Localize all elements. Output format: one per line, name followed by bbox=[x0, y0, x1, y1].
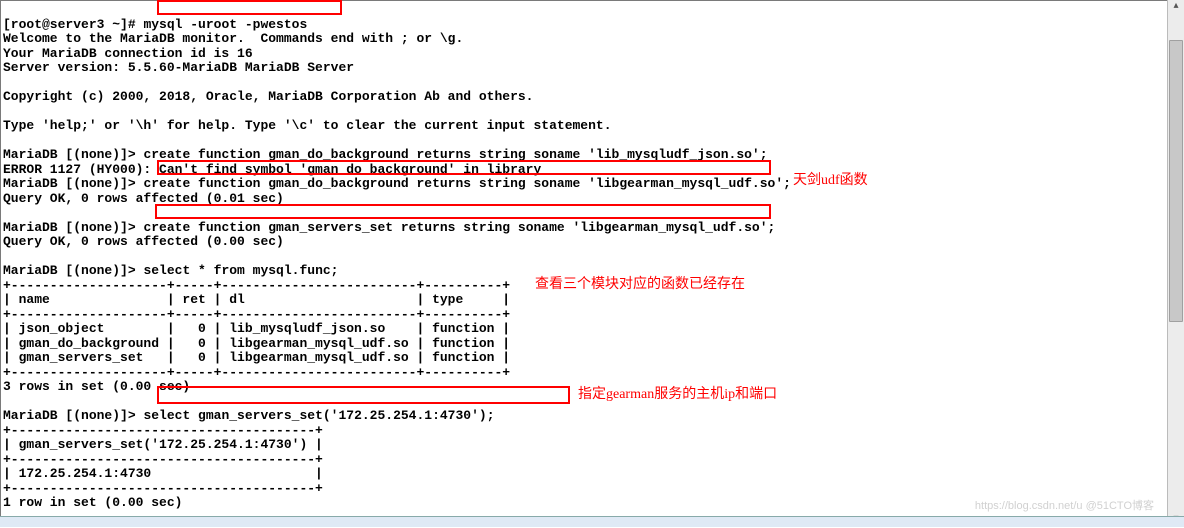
mysql-login-cmd: mysql -uroot -pwestos bbox=[143, 17, 307, 32]
stmt-create-func-json: create function gman_do_background retur… bbox=[143, 147, 767, 162]
welcome-line-2: Your MariaDB connection id is 16 bbox=[3, 46, 253, 61]
shell-prompt: [root@server3 ~]# bbox=[3, 17, 143, 32]
welcome-line-3: Server version: 5.5.60-MariaDB MariaDB S… bbox=[3, 60, 354, 75]
stmt-create-func-servers-set: create function gman_servers_set returns… bbox=[143, 220, 775, 235]
terminal-output: [root@server3 ~]# mysql -uroot -pwestos … bbox=[1, 1, 1168, 527]
scrollbar-thumb[interactable] bbox=[1169, 40, 1183, 322]
annotation-check-modules: 查看三个模块对应的函数已经存在 bbox=[535, 278, 745, 293]
copyright-line: Copyright (c) 2000, 2018, Oracle, MariaD… bbox=[3, 89, 534, 104]
query-ok-1: Query OK, 0 rows affected (0.01 sec) bbox=[3, 191, 284, 206]
table1-row-1: | json_object | 0 | lib_mysqludf_json.so… bbox=[3, 321, 510, 336]
query-ok-2: Query OK, 0 rows affected (0.00 sec) bbox=[3, 234, 284, 249]
taskbar-sliver bbox=[0, 516, 1184, 527]
table1-border: +--------------------+-----+------------… bbox=[3, 278, 510, 293]
table2-footer: 1 row in set (0.00 sec) bbox=[3, 495, 182, 510]
help-line: Type 'help;' or '\h' for help. Type '\c'… bbox=[3, 118, 612, 133]
table2-border: +---------------------------------------… bbox=[3, 481, 323, 496]
table2-header: | gman_servers_set('172.25.254.1:4730') … bbox=[3, 437, 323, 452]
watermark-text: https://blog.csdn.net/u @51CTO博客 bbox=[975, 499, 1154, 514]
vertical-scrollbar[interactable]: ▴ ▾ bbox=[1167, 0, 1184, 527]
mariadb-prompt: MariaDB [(none)]> bbox=[3, 176, 143, 191]
mariadb-prompt: MariaDB [(none)]> bbox=[3, 408, 143, 423]
table1-footer: 3 rows in set (0.00 sec) bbox=[3, 379, 190, 394]
annotation-udf: 天剑udf函数 bbox=[793, 174, 868, 189]
table1-border: +--------------------+-----+------------… bbox=[3, 307, 510, 322]
table1-row-3: | gman_servers_set | 0 | libgearman_mysq… bbox=[3, 350, 510, 365]
stmt-select-mysql-func: select * from mysql.func; bbox=[143, 263, 338, 278]
mariadb-prompt: MariaDB [(none)]> bbox=[3, 263, 143, 278]
mariadb-prompt: MariaDB [(none)]> bbox=[3, 147, 143, 162]
scroll-up-arrow[interactable]: ▴ bbox=[1168, 0, 1184, 14]
table2-border: +---------------------------------------… bbox=[3, 452, 323, 467]
error-line: ERROR 1127 (HY000): Can't find symbol 'g… bbox=[3, 162, 541, 177]
table1-header: | name | ret | dl | type | bbox=[3, 292, 510, 307]
stmt-set-gearman-server: select gman_servers_set('172.25.254.1:47… bbox=[143, 408, 494, 423]
stmt-create-func-bg: create function gman_do_background retur… bbox=[143, 176, 791, 191]
mariadb-prompt: MariaDB [(none)]> bbox=[3, 220, 143, 235]
table1-border: +--------------------+-----+------------… bbox=[3, 365, 510, 380]
table2-border: +---------------------------------------… bbox=[3, 423, 323, 438]
table2-row: | 172.25.254.1:4730 | bbox=[3, 466, 323, 481]
table1-row-2: | gman_do_background | 0 | libgearman_my… bbox=[3, 336, 510, 351]
annotation-gearman-ip: 指定gearman服务的主机ip和端口 bbox=[578, 388, 777, 403]
welcome-line-1: Welcome to the MariaDB monitor. Commands… bbox=[3, 31, 463, 46]
